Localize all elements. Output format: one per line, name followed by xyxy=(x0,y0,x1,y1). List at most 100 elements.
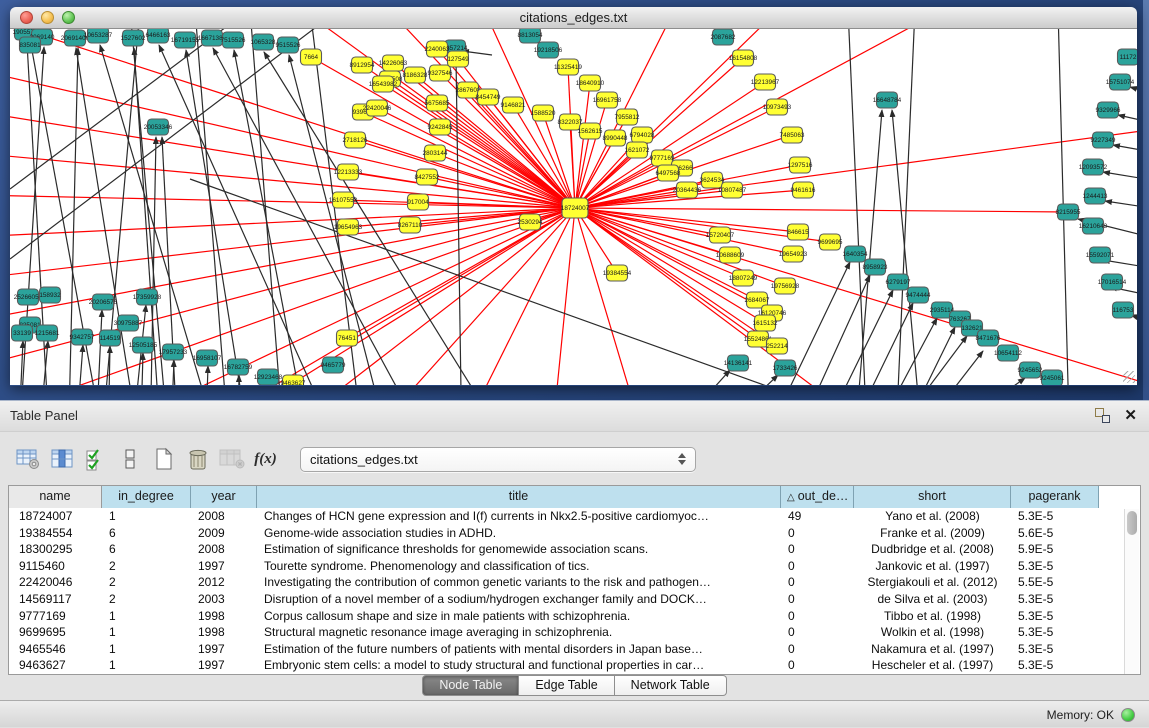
graph-node[interactable]: 917004 xyxy=(407,194,429,210)
graph-node[interactable]: 9474444 xyxy=(906,287,931,303)
graph-node[interactable]: 1733426 xyxy=(773,360,798,376)
graph-node[interactable]: 11325419 xyxy=(554,59,582,75)
graph-node[interactable]: 8990448 xyxy=(603,130,628,146)
table-row[interactable]: 911546021997Tourette syndrome. Phenomeno… xyxy=(9,558,1140,575)
graph-node[interactable]: 16961758 xyxy=(593,92,622,108)
graph-node[interactable]: 16210643 xyxy=(1079,218,1108,234)
close-window-icon[interactable] xyxy=(20,11,33,24)
table-row[interactable]: 2242004622012Investigating the contribut… xyxy=(9,574,1140,591)
graph-node[interactable]: 2087682 xyxy=(711,29,736,45)
graph-node[interactable]: 11172 xyxy=(1118,49,1138,65)
graph-node[interactable]: 6497568 xyxy=(656,165,681,181)
column-header-out_de[interactable]: △out_de… xyxy=(781,486,854,508)
graph-node[interactable]: 1615132 xyxy=(753,315,778,331)
graph-node[interactable]: 12505185 xyxy=(129,337,158,353)
network-canvas[interactable]: 1905572206914083508120691406106532871527… xyxy=(10,29,1137,385)
graph-node[interactable]: 17957233 xyxy=(159,344,188,360)
graph-node[interactable]: 16648784 xyxy=(873,92,902,108)
graph-node[interactable]: 12213967 xyxy=(751,74,780,90)
graph-node[interactable]: 158932 xyxy=(39,287,61,303)
column-header-year[interactable]: year xyxy=(191,486,257,508)
column-header-title[interactable]: title xyxy=(257,486,781,508)
select-rows-icon[interactable] xyxy=(82,446,109,473)
graph-node[interactable]: 2803144 xyxy=(423,145,448,161)
graph-node[interactable]: 10973493 xyxy=(763,99,792,115)
graph-node[interactable]: 8427552 xyxy=(415,169,440,185)
graph-node[interactable]: 5675685 xyxy=(425,95,450,111)
graph-node[interactable]: 6794028 xyxy=(630,127,655,143)
graph-node[interactable]: 6466163 xyxy=(146,29,171,43)
graph-node[interactable]: 8958923 xyxy=(863,259,888,275)
tab-node-table[interactable]: Node Table xyxy=(422,675,519,696)
graph-node[interactable]: 16719155 xyxy=(171,32,200,48)
graph-node[interactable]: 16782759 xyxy=(224,359,253,375)
graph-node[interactable]: 10688609 xyxy=(716,247,745,263)
graph-node[interactable]: 16107553 xyxy=(329,192,358,208)
table-scrollbar-thumb[interactable] xyxy=(1127,511,1137,535)
graph-node[interactable]: 8215955 xyxy=(1056,204,1081,220)
column-header-pagerank[interactable]: pagerank xyxy=(1011,486,1099,508)
graph-node[interactable]: 9245061 xyxy=(1040,370,1065,385)
graph-node[interactable]: 8267110 xyxy=(398,217,423,233)
graph-node[interactable]: 10807487 xyxy=(718,182,747,198)
function-builder-icon[interactable]: f(x) xyxy=(252,446,279,473)
graph-node[interactable]: 19654963 xyxy=(334,219,363,235)
tab-network-table[interactable]: Network Table xyxy=(615,675,727,696)
table-row[interactable]: 1938455462009Genome-wide association stu… xyxy=(9,525,1140,542)
graph-node[interactable]: 8186328 xyxy=(403,67,428,83)
graph-node[interactable]: 18724007 xyxy=(561,198,590,218)
graph-node[interactable]: 15720407 xyxy=(706,227,735,243)
graph-node[interactable]: 835081 xyxy=(19,37,41,53)
column-header-in_degree[interactable]: in_degree xyxy=(102,486,191,508)
row-height-icon[interactable] xyxy=(116,446,143,473)
graph-node[interactable]: 7485063 xyxy=(780,127,805,143)
graph-node[interactable]: 1527602 xyxy=(121,30,146,46)
graph-node[interactable]: 10654112 xyxy=(994,345,1022,361)
close-panel-icon[interactable]: ✕ xyxy=(1124,408,1137,423)
graph-node[interactable]: 7515526 xyxy=(221,32,246,48)
column-header-name[interactable]: name xyxy=(9,486,102,508)
graph-node[interactable]: 19756928 xyxy=(771,278,800,294)
float-panel-icon[interactable] xyxy=(1095,408,1110,423)
graph-node[interactable]: 19654923 xyxy=(779,246,808,262)
graph-node[interactable]: 12923468 xyxy=(254,369,283,385)
graph-node[interactable]: 18807249 xyxy=(729,270,758,286)
graph-node[interactable]: 1297516 xyxy=(788,157,813,173)
graph-node[interactable]: 25266050 xyxy=(14,289,43,305)
graph-node[interactable]: 127549 xyxy=(447,51,469,67)
graph-node[interactable]: 18640910 xyxy=(576,75,605,91)
graph-node[interactable]: 9463627 xyxy=(281,375,306,385)
graph-node[interactable]: 7955812 xyxy=(615,109,640,125)
graph-node[interactable]: 2718126 xyxy=(343,132,368,148)
graph-node[interactable]: 1588520 xyxy=(531,105,556,121)
zoom-window-icon[interactable] xyxy=(62,11,75,24)
graph-node[interactable]: 16543982 xyxy=(369,76,398,92)
graph-node[interactable]: 33139 xyxy=(12,325,33,341)
graph-node[interactable]: 1065328 xyxy=(251,34,276,50)
graph-node[interactable]: 9461616 xyxy=(791,182,816,198)
graph-node[interactable]: 19218506 xyxy=(534,42,563,58)
table-row[interactable]: 1872400712008Changes of HCN gene express… xyxy=(9,508,1140,525)
graph-node[interactable]: 8813054 xyxy=(518,29,543,43)
graph-node[interactable]: 20364436 xyxy=(673,182,702,198)
graph-node[interactable]: 1621072 xyxy=(625,142,650,158)
column-header-short[interactable]: short xyxy=(854,486,1011,508)
graph-node[interactable]: 6279197 xyxy=(886,274,911,290)
graph-node[interactable]: 9342757 xyxy=(70,329,95,345)
graph-node[interactable]: 7664 xyxy=(301,49,322,65)
graph-node[interactable]: 9242845 xyxy=(428,119,453,135)
graph-node[interactable]: 9329966 xyxy=(1096,102,1121,118)
graph-node[interactable]: 9146821 xyxy=(501,97,526,113)
table-selector-dropdown[interactable]: citations_edges.txt xyxy=(300,447,696,472)
graph-node[interactable]: 16154808 xyxy=(729,50,758,66)
network-window-titlebar[interactable]: citations_edges.txt xyxy=(10,7,1137,29)
graph-node[interactable]: 1640354 xyxy=(843,246,868,262)
graph-node[interactable]: 8471676 xyxy=(976,330,1001,346)
graph-node[interactable]: 20206576 xyxy=(89,294,118,310)
graph-node[interactable]: 16958107 xyxy=(193,350,222,366)
graph-node[interactable]: 2530294 xyxy=(518,214,543,230)
graph-node[interactable]: 252214 xyxy=(766,338,788,354)
tab-edge-table[interactable]: Edge Table xyxy=(519,675,614,696)
graph-node[interactable]: 1244413 xyxy=(1083,188,1108,204)
graph-node[interactable]: 22420046 xyxy=(363,100,392,116)
